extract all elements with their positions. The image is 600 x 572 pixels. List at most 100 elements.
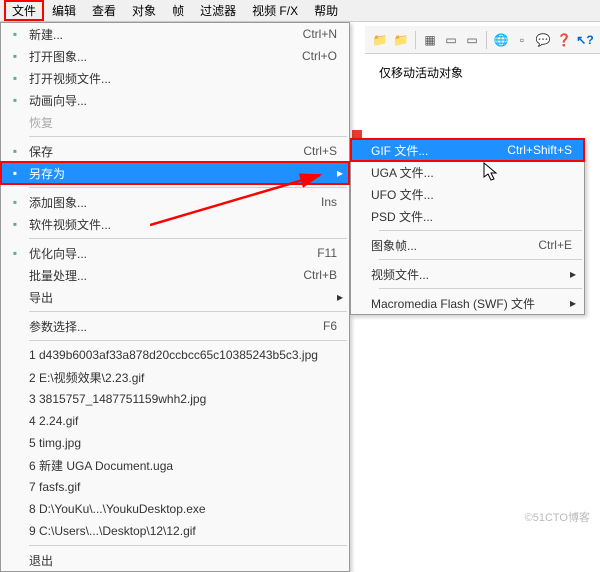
menubar-item-7[interactable]: 帮助 (306, 0, 346, 21)
file-menu-item-9[interactable]: ▪添加图象...Ins (1, 191, 349, 213)
file-menu-sep (29, 136, 347, 137)
save-icon: ▪ (7, 143, 23, 159)
chevron-right-icon: ▸ (570, 296, 576, 310)
file-menu-item-22[interactable]: 5 timg.jpg (1, 432, 349, 454)
saveas-item-0[interactable]: GIF 文件...Ctrl+Shift+S (351, 139, 584, 161)
file-menu-label: 1 d439b6003af33a878d20ccbcc65c10385243b5… (29, 348, 341, 362)
saveas-shortcut: Ctrl+Shift+S (507, 143, 576, 157)
file-menu-label: 保存 (29, 143, 303, 160)
chevron-right-icon: ▸ (570, 267, 576, 281)
saveas-item-3[interactable]: PSD 文件... (351, 205, 584, 227)
menubar-item-4[interactable]: 帧 (164, 0, 192, 21)
file-menu-shortcut: Ctrl+O (302, 49, 341, 63)
chevron-right-icon: ▸ (337, 166, 343, 180)
file-menu-item-14[interactable]: 导出▸ (1, 286, 349, 308)
saveas-label: UGA 文件... (371, 164, 576, 181)
file-menu-item-19[interactable]: 2 E:\视频效果\2.23.gif (1, 366, 349, 388)
open-icon: ▪ (7, 48, 23, 64)
file-menu-item-3[interactable]: ▪动画向导... (1, 89, 349, 111)
chat-icon[interactable]: 💬 (534, 31, 552, 49)
saveas-shortcut: Ctrl+E (538, 238, 576, 252)
toolbar: 📁📁▦▭▭🌐▫💬❓↖? (365, 26, 600, 54)
video-icon: ▪ (7, 70, 23, 86)
file-menu-shortcut: Ctrl+N (303, 27, 341, 41)
menubar-item-1[interactable]: 编辑 (44, 0, 84, 21)
file-menu-item-2[interactable]: ▪打开视频文件... (1, 67, 349, 89)
file-menu-item-28[interactable]: 退出 (1, 549, 349, 571)
menubar-item-6[interactable]: 视频 F/X (244, 0, 306, 21)
file-menu-item-6[interactable]: ▪保存Ctrl+S (1, 140, 349, 162)
file-menu-item-20[interactable]: 3 3815757_1487751159whh2.jpg (1, 388, 349, 410)
file-menu-label: 新建... (29, 26, 303, 43)
file-menu-item-10[interactable]: ▪ 软件视频文件... (1, 213, 349, 235)
menubar-item-5[interactable]: 过滤器 (192, 0, 244, 21)
file-menu-label: 3 3815757_1487751159whh2.jpg (29, 392, 341, 406)
file-menu-item-1[interactable]: ▪打开图象...Ctrl+O (1, 45, 349, 67)
folder-icon[interactable]: 📁 (371, 31, 389, 49)
saveas-label: 图象帧... (371, 237, 538, 254)
file-menu-shortcut: F11 (317, 246, 341, 260)
file-menu-item-23[interactable]: 6 新建 UGA Document.uga (1, 454, 349, 476)
file-menu-sep (29, 545, 347, 546)
watermark: ©51CTO博客 (525, 509, 590, 525)
file-menu-item-21[interactable]: 4 2.24.gif (1, 410, 349, 432)
file-menu-dropdown: ▪新建...Ctrl+N▪打开图象...Ctrl+O▪打开视频文件...▪动画向… (0, 22, 350, 572)
saveas-sep (379, 230, 582, 231)
file-menu-label: 批量处理... (29, 267, 303, 284)
addimg-icon: ▪ (7, 194, 23, 210)
file-menu-label: 6 新建 UGA Document.uga (29, 457, 341, 474)
saveas-label: PSD 文件... (371, 208, 576, 225)
file-menu-item-0[interactable]: ▪ 新建...Ctrl+N (1, 23, 349, 45)
file-menu-shortcut: Ctrl+B (303, 268, 341, 282)
addvid-icon: ▪ (7, 216, 23, 232)
file-menu-item-26[interactable]: 9 C:\Users\...\Desktop\12\12.gif (1, 520, 349, 542)
file-menu-label: 5 timg.jpg (29, 436, 341, 450)
file-menu-shortcut: F6 (323, 319, 341, 333)
help-pointer-icon[interactable]: ↖? (576, 31, 594, 49)
menubar-item-3[interactable]: 对象 (124, 0, 164, 21)
file-menu-sep (29, 311, 347, 312)
page-icon[interactable]: ▫ (513, 31, 531, 49)
file-menu-item-25[interactable]: 8 D:\YouKu\...\YoukuDesktop.exe (1, 498, 349, 520)
globe-icon[interactable]: 🌐 (492, 31, 510, 49)
help-icon[interactable]: ❓ (555, 31, 573, 49)
saveas-sep (379, 288, 582, 289)
menubar-item-0[interactable]: 文件 (4, 0, 44, 21)
file-menu-label: 退出 (29, 552, 341, 569)
file-menu-sep (29, 187, 347, 188)
file-menu-label: 添加图象... (29, 194, 321, 211)
saveas-item-2[interactable]: UFO 文件... (351, 183, 584, 205)
grid-icon[interactable]: ▦ (421, 31, 439, 49)
file-menu-item-16[interactable]: 参数选择...F6 (1, 315, 349, 337)
file-menu-label: 软件视频文件... (29, 216, 341, 233)
doc-icon[interactable]: ▭ (463, 31, 481, 49)
saveas-label: Macromedia Flash (SWF) 文件 (371, 295, 576, 312)
saveas-label: 视频文件... (371, 266, 576, 283)
saveas-item-9[interactable]: Macromedia Flash (SWF) 文件▸ (351, 292, 584, 314)
file-menu-label: 恢复 (29, 114, 341, 131)
file-menu-sep (29, 340, 347, 341)
folder-icon[interactable]: 📁 (392, 31, 410, 49)
menubar-item-2[interactable]: 查看 (84, 0, 124, 21)
file-menu-item-7[interactable]: ▪另存为▸ (1, 162, 349, 184)
file-menu-item-24[interactable]: 7 fasfs.gif (1, 476, 349, 498)
file-menu-label: 参数选择... (29, 318, 323, 335)
file-menu-label: 动画向导... (29, 92, 341, 109)
saveas-item-1[interactable]: UGA 文件... (351, 161, 584, 183)
saveas-item-7[interactable]: 视频文件...▸ (351, 263, 584, 285)
new-icon: ▪ (7, 26, 23, 42)
saveas-item-5[interactable]: 图象帧...Ctrl+E (351, 234, 584, 256)
menubar: 文件编辑查看对象帧过滤器视频 F/X帮助 (0, 0, 600, 22)
saveas-label: GIF 文件... (371, 142, 507, 159)
file-menu-label: 8 D:\YouKu\...\YoukuDesktop.exe (29, 502, 341, 516)
file-menu-label: 9 C:\Users\...\Desktop\12\12.gif (29, 524, 341, 538)
file-menu-item-18[interactable]: 1 d439b6003af33a878d20ccbcc65c10385243b5… (1, 344, 349, 366)
right-panel: 仅移动活动对象 (365, 54, 600, 91)
file-menu-item-12[interactable]: ▪优化向导...F11 (1, 242, 349, 264)
file-menu-item-13[interactable]: 批量处理...Ctrl+B (1, 264, 349, 286)
saveas-sep (379, 259, 582, 260)
file-menu-label: 2 E:\视频效果\2.23.gif (29, 369, 341, 386)
file-menu-label: 另存为 (29, 165, 341, 182)
file-menu-label: 优化向导... (29, 245, 317, 262)
doc-icon[interactable]: ▭ (442, 31, 460, 49)
